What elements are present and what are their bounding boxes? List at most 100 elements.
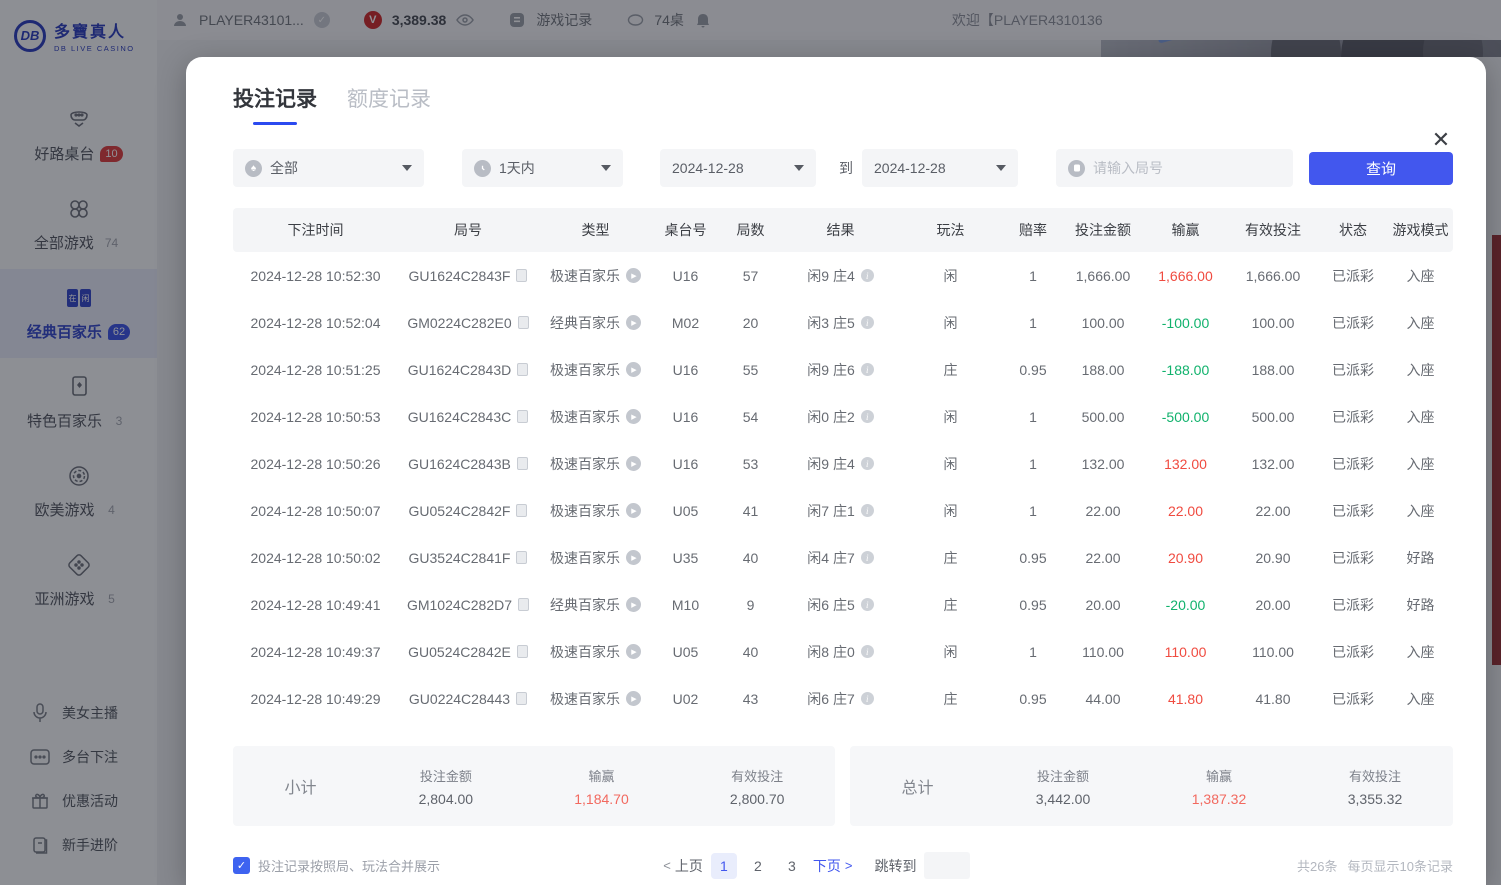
game-mode: 入座 bbox=[1388, 628, 1453, 675]
round-number: 41 bbox=[718, 487, 783, 534]
column-header: 游戏模式 bbox=[1388, 208, 1453, 252]
subtotal-box: 小计 投注金额 2,804.00 输赢 1,184.70 有效投注 2,800.… bbox=[233, 746, 835, 826]
copy-icon[interactable] bbox=[517, 457, 528, 470]
round-id-placeholder: 请输入局号 bbox=[1093, 158, 1281, 178]
chevron-down-icon bbox=[794, 165, 804, 171]
copy-icon[interactable] bbox=[517, 645, 528, 658]
prev-page-button[interactable]: < 上页 bbox=[663, 856, 703, 876]
info-icon[interactable]: i bbox=[861, 316, 874, 329]
page-button-3[interactable]: 3 bbox=[779, 853, 805, 879]
info-icon[interactable]: i bbox=[861, 457, 874, 470]
info-icon[interactable]: i bbox=[861, 645, 874, 658]
info-icon[interactable]: i bbox=[861, 598, 874, 611]
date-to-picker[interactable]: 2024-12-28 bbox=[862, 149, 1018, 187]
odds: 1 bbox=[1003, 487, 1063, 534]
filter-bar: ♠ 全部 1天内 2024-12-28 到 2024-12-28 请输入局号 查… bbox=[233, 149, 1453, 187]
bet-records-modal: ✕ 投注记录 额度记录 ♠ 全部 1天内 2024-12-28 到 2024-1… bbox=[186, 57, 1486, 885]
merge-records-checkbox[interactable]: ✓ bbox=[233, 857, 250, 874]
table-row: 2024-12-28 10:49:29GU0224C28443极速百家乐▶U02… bbox=[233, 675, 1453, 722]
bet-amount: 22.00 bbox=[1063, 487, 1143, 534]
round-number: 53 bbox=[718, 440, 783, 487]
copy-icon[interactable] bbox=[518, 598, 529, 611]
round-id: GU1624C2843B bbox=[398, 440, 538, 487]
column-header: 结果 bbox=[783, 208, 898, 252]
info-icon[interactable]: i bbox=[861, 551, 874, 564]
game-mode: 入座 bbox=[1388, 393, 1453, 440]
search-button[interactable]: 查询 bbox=[1309, 152, 1453, 185]
chevron-down-icon bbox=[402, 165, 412, 171]
round-id-icon bbox=[1068, 160, 1085, 177]
info-icon[interactable]: i bbox=[861, 269, 874, 282]
play-icon[interactable]: ▶ bbox=[626, 362, 641, 377]
total-count-text: 共26条 bbox=[1297, 856, 1337, 875]
win-loss: -100.00 bbox=[1143, 299, 1228, 346]
odds: 1 bbox=[1003, 299, 1063, 346]
column-header: 局数 bbox=[718, 208, 783, 252]
column-header: 有效投注 bbox=[1228, 208, 1318, 252]
result: 闲4 庄7i bbox=[783, 534, 898, 581]
play-icon[interactable]: ▶ bbox=[626, 409, 641, 424]
column-header: 状态 bbox=[1318, 208, 1388, 252]
table-number: U16 bbox=[653, 393, 718, 440]
page-button-1[interactable]: 1 bbox=[711, 853, 737, 879]
subtotal-valid-bet: 2,800.70 bbox=[679, 791, 835, 807]
next-page-button[interactable]: 下页 > bbox=[813, 856, 853, 876]
copy-icon[interactable] bbox=[517, 410, 528, 423]
table-row: 2024-12-28 10:52:04GM0224C282E0经典百家乐▶M02… bbox=[233, 299, 1453, 346]
copy-icon[interactable] bbox=[516, 269, 527, 282]
valid-bet: 22.00 bbox=[1228, 487, 1318, 534]
copy-icon[interactable] bbox=[516, 692, 527, 705]
round-id: GU3524C2841F bbox=[398, 534, 538, 581]
play-icon[interactable]: ▶ bbox=[626, 644, 641, 659]
game-mode: 入座 bbox=[1388, 487, 1453, 534]
game-type: 极速百家乐▶ bbox=[538, 487, 653, 534]
jump-to-page-input[interactable] bbox=[924, 852, 970, 879]
valid-bet: 20.90 bbox=[1228, 534, 1318, 581]
bet-amount: 500.00 bbox=[1063, 393, 1143, 440]
bet-amount: 20.00 bbox=[1063, 581, 1143, 628]
info-icon[interactable]: i bbox=[861, 410, 874, 423]
close-icon[interactable]: ✕ bbox=[1428, 127, 1454, 153]
page-button-2[interactable]: 2 bbox=[745, 853, 771, 879]
result: 闲9 庄4i bbox=[783, 440, 898, 487]
info-icon[interactable]: i bbox=[861, 692, 874, 705]
copy-icon[interactable] bbox=[517, 363, 528, 376]
play-icon[interactable]: ▶ bbox=[626, 503, 641, 518]
copy-icon[interactable] bbox=[516, 504, 527, 517]
play-icon[interactable]: ▶ bbox=[626, 268, 641, 283]
table-number: M10 bbox=[653, 581, 718, 628]
play-type: 闲 bbox=[898, 252, 1003, 299]
copy-icon[interactable] bbox=[516, 551, 527, 564]
game-type: 经典百家乐▶ bbox=[538, 581, 653, 628]
game-type: 极速百家乐▶ bbox=[538, 393, 653, 440]
table-row: 2024-12-28 10:52:30GU1624C2843F极速百家乐▶U16… bbox=[233, 252, 1453, 299]
play-icon[interactable]: ▶ bbox=[626, 550, 641, 565]
date-range-to-label: 到 bbox=[830, 158, 862, 178]
game-type: 极速百家乐▶ bbox=[538, 252, 653, 299]
total-box: 总计 投注金额 3,442.00 输赢 1,387.32 有效投注 3,355.… bbox=[850, 746, 1453, 826]
time-range-select[interactable]: 1天内 bbox=[462, 149, 623, 187]
play-icon[interactable]: ▶ bbox=[626, 691, 641, 706]
round-number: 9 bbox=[718, 581, 783, 628]
result: 闲8 庄0i bbox=[783, 628, 898, 675]
play-icon[interactable]: ▶ bbox=[626, 597, 641, 612]
info-icon[interactable]: i bbox=[861, 363, 874, 376]
status: 已派彩 bbox=[1318, 675, 1388, 722]
copy-icon[interactable] bbox=[518, 316, 529, 329]
round-number: 54 bbox=[718, 393, 783, 440]
tab-quota-records[interactable]: 额度记录 bbox=[347, 83, 431, 125]
play-icon[interactable]: ▶ bbox=[626, 315, 641, 330]
tab-bet-records[interactable]: 投注记录 bbox=[233, 83, 317, 125]
info-icon[interactable]: i bbox=[861, 504, 874, 517]
table-number: U16 bbox=[653, 346, 718, 393]
bet-amount: 132.00 bbox=[1063, 440, 1143, 487]
valid-bet: 110.00 bbox=[1228, 628, 1318, 675]
bet-time: 2024-12-28 10:50:02 bbox=[233, 534, 398, 581]
game-type-select[interactable]: ♠ 全部 bbox=[233, 149, 424, 187]
date-from-picker[interactable]: 2024-12-28 bbox=[660, 149, 816, 187]
per-page-text: 每页显示10条记录 bbox=[1348, 856, 1453, 875]
round-id-input[interactable]: 请输入局号 bbox=[1056, 149, 1293, 187]
win-loss: 132.00 bbox=[1143, 440, 1228, 487]
game-mode: 好路 bbox=[1388, 534, 1453, 581]
play-icon[interactable]: ▶ bbox=[626, 456, 641, 471]
